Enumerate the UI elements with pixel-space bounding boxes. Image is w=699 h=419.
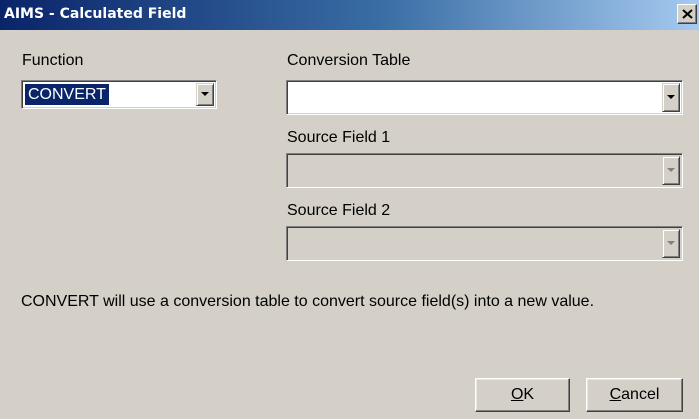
ok-button-label-rest: K: [523, 386, 535, 403]
source-field-2-dropdown-button[interactable]: [662, 229, 680, 258]
conversion-table-dropdown-button[interactable]: [662, 83, 680, 112]
source-field-1-dropdown-button[interactable]: [662, 156, 680, 185]
cancel-button-label-rest: ancel: [621, 386, 660, 403]
source-field-2-dropdown[interactable]: [286, 226, 683, 261]
ok-button-mnemonic: O: [510, 386, 524, 403]
close-button[interactable]: [677, 4, 697, 24]
function-selected-value: CONVERT: [25, 84, 109, 105]
function-description: CONVERT will use a conversion table to c…: [21, 293, 595, 310]
title-bar: AIMS - Calculated Field: [0, 0, 699, 30]
close-icon: [682, 9, 693, 19]
conversion-table-value: [290, 84, 296, 105]
window-title: AIMS - Calculated Field: [4, 6, 187, 22]
function-label: Function: [22, 52, 84, 69]
chevron-down-icon: [667, 241, 675, 245]
conversion-table-label: Conversion Table: [287, 52, 411, 69]
chevron-down-icon: [201, 92, 209, 96]
source-field-1-value: [290, 157, 296, 178]
source-field-1-dropdown[interactable]: [286, 153, 683, 188]
source-field-1-label: Source Field 1: [287, 129, 391, 146]
chevron-down-icon: [667, 95, 675, 99]
ok-button[interactable]: OK: [475, 378, 570, 412]
cancel-button-mnemonic: C: [609, 386, 622, 403]
function-dropdown[interactable]: CONVERT: [21, 80, 217, 109]
chevron-down-icon: [667, 168, 675, 172]
function-dropdown-button[interactable]: [196, 83, 214, 106]
cancel-button[interactable]: Cancel: [586, 378, 683, 412]
source-field-2-value: [290, 230, 296, 251]
source-field-2-label: Source Field 2: [287, 202, 391, 219]
conversion-table-dropdown[interactable]: [286, 80, 683, 115]
